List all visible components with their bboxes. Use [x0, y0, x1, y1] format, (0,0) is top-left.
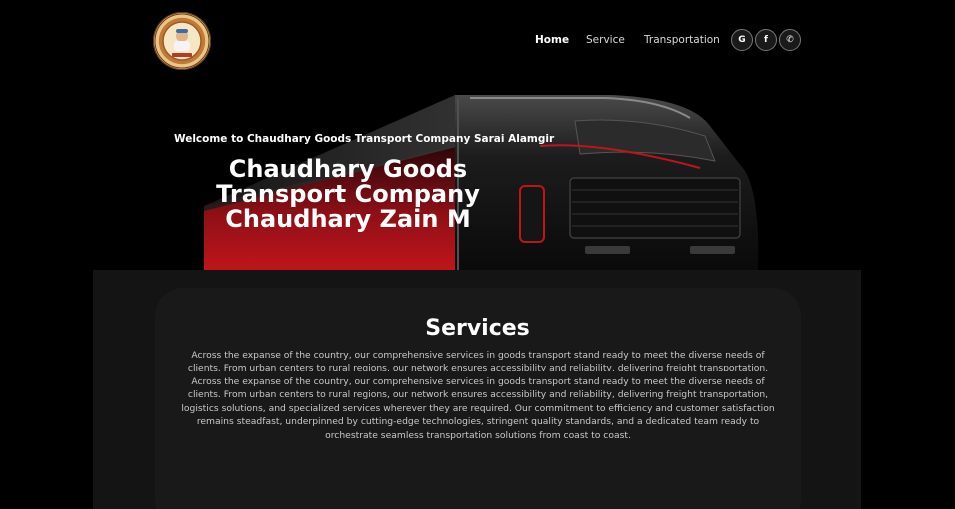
hero-title: Chaudhary Goods Transport Company Chaudh… [216, 155, 480, 233]
nav-service[interactable]: Service [586, 34, 625, 46]
google-icon: G [738, 35, 746, 45]
google-button[interactable]: G [731, 29, 753, 51]
company-logo[interactable] [153, 12, 211, 70]
facebook-button[interactable]: f [755, 29, 777, 51]
services-description: Across the expanse of the country, our c… [181, 376, 775, 441]
services-text-marquee: Across the expanse of the country, our c… [176, 349, 780, 371]
page: Home Service Transportation G f ✆ Welcom… [0, 0, 955, 509]
nav-transportation[interactable]: Transportation [644, 34, 720, 46]
facebook-icon: f [764, 35, 768, 45]
services-title: Services [425, 316, 530, 341]
whatsapp-button[interactable]: ✆ [779, 29, 801, 51]
whatsapp-icon: ✆ [786, 35, 794, 45]
company-seal-logo-icon [154, 13, 210, 69]
welcome-text: Welcome to Chaudhary Goods Transport Com… [174, 133, 555, 145]
nav-home[interactable]: Home [535, 34, 569, 46]
services-text-scrolling: Across the expanse of the country, our c… [187, 350, 769, 371]
